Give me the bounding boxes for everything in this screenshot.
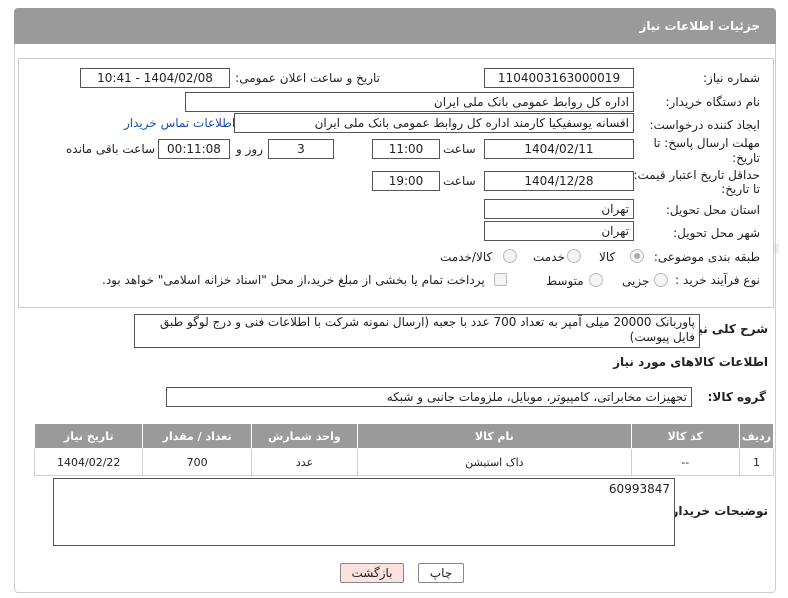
deadline-label: مهلت ارسال پاسخ: تا: [653, 136, 760, 150]
col-code: کد کالا: [630, 423, 740, 449]
creator-field: افسانه یوسفیکیا کارمند اداره کل روابط عم…: [234, 113, 634, 133]
buyer-notes-textarea[interactable]: 60993847: [53, 478, 675, 546]
cell-qty: 700: [142, 448, 252, 476]
process-medium-radio[interactable]: [589, 273, 603, 287]
deadline-time-field: 11:00: [372, 139, 440, 159]
remaining-time-field: 00:11:08: [158, 139, 230, 159]
announce-datetime-field: 1404/02/08 - 10:41: [80, 68, 230, 88]
city-field: تهران: [484, 221, 634, 241]
city-label: شهر محل تحویل:: [673, 226, 760, 240]
province-label: استان محل تحویل:: [665, 203, 760, 217]
deadline-time-label: ساعت: [443, 142, 476, 156]
process-minor-radio[interactable]: [654, 273, 668, 287]
province-field: تهران: [484, 199, 634, 219]
cell-date: 1404/02/22: [33, 448, 144, 476]
category-service-radio[interactable]: [567, 249, 581, 263]
col-qty: تعداد / مقدار: [142, 423, 252, 449]
buyer-org-label: نام دستگاه خریدار:: [665, 95, 761, 109]
process-medium-label: متوسط: [546, 274, 584, 288]
col-unit: واحد شمارش: [250, 423, 359, 449]
days-label: روز و: [236, 142, 263, 156]
category-service-label: خدمت: [533, 250, 565, 264]
deadline-date-field: 1404/02/11: [484, 139, 634, 159]
col-name: نام کالا: [357, 423, 632, 449]
creator-label: ایجاد کننده درخواست:: [649, 118, 760, 132]
category-goods-service-radio[interactable]: [503, 249, 517, 263]
goods-group-label: گروه کالا:: [707, 390, 766, 404]
validity-label-date: تا تاریخ:: [721, 182, 760, 196]
goods-table: ردیف کد کالا نام کالا واحد شمارش تعداد /…: [33, 423, 775, 476]
col-date: تاریخ نیاز: [33, 423, 144, 449]
buyer-org-field: اداره کل روابط عمومی بانک ملی ایران: [185, 92, 634, 112]
category-goods-radio[interactable]: [630, 249, 644, 263]
cell-name: داک استیشن: [357, 448, 632, 476]
cell-code: --: [630, 448, 740, 476]
validity-time-label: ساعت: [443, 174, 476, 188]
page-header: جزئیات اطلاعات نیاز: [14, 8, 776, 44]
page-title: جزئیات اطلاعات نیاز: [639, 19, 760, 33]
process-minor-label: جزیی: [622, 274, 650, 288]
treasury-payment-note: پرداخت تمام یا بخشی از مبلغ خرید،از محل …: [102, 273, 485, 287]
goods-group-field: تجهیزات مخابراتی، کامپیوتر، موبایل، ملزو…: [166, 387, 692, 407]
buyer-contact-link[interactable]: اطلاعات تماس خریدار: [124, 116, 235, 130]
buyer-notes-label: توضیحات خریدار:: [666, 504, 768, 518]
cell-index: 1: [738, 448, 775, 476]
need-number-field: 1104003163000019: [484, 68, 634, 88]
print-button[interactable]: چاپ: [418, 563, 464, 583]
process-type-label: نوع فرآیند خرید :: [675, 273, 760, 287]
validity-date-field: 1404/12/28: [484, 171, 634, 191]
back-button[interactable]: بازگشت: [340, 563, 404, 583]
validity-label: حداقل تاریخ اعتبار قیمت:: [633, 168, 760, 182]
cell-unit: عدد: [250, 448, 359, 476]
col-index: ردیف: [738, 423, 775, 449]
days-field: 3: [268, 139, 334, 159]
goods-section-title: اطلاعات کالاهای مورد نیاز: [613, 355, 768, 369]
category-label: طبقه بندی موضوعی:: [653, 250, 760, 264]
category-goods-label: کالا: [599, 250, 616, 264]
validity-time-field: 19:00: [372, 171, 440, 191]
goods-table-header: ردیف کد کالا نام کالا واحد شمارش تعداد /…: [33, 423, 775, 449]
category-goods-service-label: کالا/خدمت: [440, 250, 493, 264]
table-row: 1 -- داک استیشن عدد 700 1404/02/22: [33, 448, 775, 476]
need-number-label: شماره نیاز:: [703, 71, 760, 85]
deadline-label-date: تاریخ:: [732, 151, 760, 165]
remaining-time-label: ساعت باقی مانده: [66, 142, 156, 156]
description-textarea[interactable]: پاوربانک 20000 میلی آمپر به تعداد 700 عد…: [134, 314, 700, 348]
announce-datetime-label: تاریخ و ساعت اعلان عمومی:: [235, 71, 380, 85]
treasury-payment-checkbox[interactable]: [494, 273, 507, 286]
